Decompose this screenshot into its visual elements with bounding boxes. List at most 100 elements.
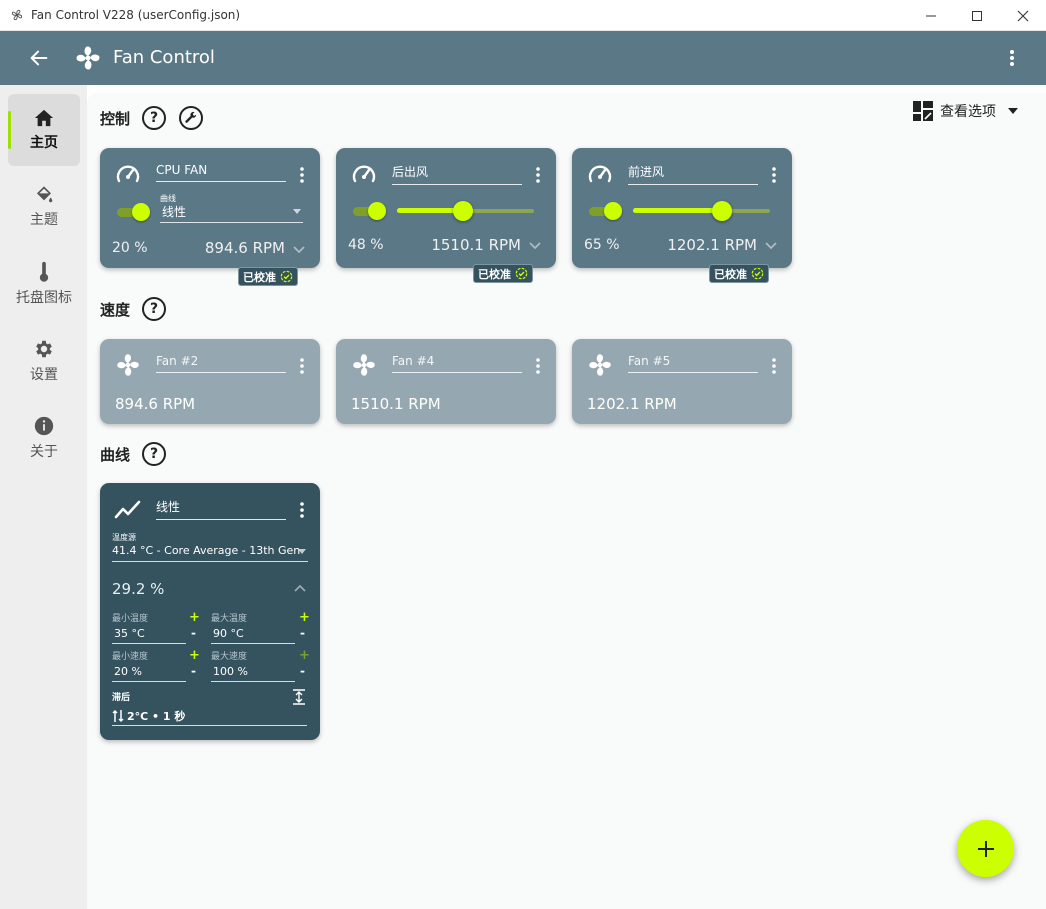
close-button[interactable]: [1000, 0, 1046, 31]
max-temp-plus[interactable]: +: [299, 610, 310, 625]
control-name[interactable]: 前进风: [628, 163, 758, 185]
window-titlebar: Fan Control V228 (userConfig.json): [0, 0, 1046, 31]
sidebar-item-settings[interactable]: 设置: [8, 325, 80, 397]
fan-icon: [114, 351, 142, 379]
app-menu-button[interactable]: [1002, 47, 1022, 69]
control-rpm: 1202.1 RPM: [667, 236, 757, 254]
speedometer-icon: [350, 160, 378, 188]
control-card[interactable]: CPU FAN 曲线 线性 20 % 894.6 RPM: [100, 148, 320, 268]
section-title-speed: 速度: [100, 301, 131, 319]
enable-toggle[interactable]: [589, 202, 623, 220]
sidebar-item-about[interactable]: 关于: [8, 402, 80, 474]
max-speed-field[interactable]: 100 %: [211, 665, 295, 682]
chevron-down-icon[interactable]: [764, 241, 778, 251]
hysteresis-field[interactable]: 2°C • 1 秒: [112, 707, 307, 726]
sidebar-item-label: 设置: [30, 367, 58, 383]
info-icon: [34, 416, 54, 436]
min-speed-field[interactable]: 20 %: [112, 665, 186, 682]
max-temp-minus[interactable]: -: [300, 626, 305, 640]
speedometer-icon: [114, 160, 142, 188]
speed-slider[interactable]: [397, 201, 534, 221]
thermometer-icon: [39, 261, 49, 282]
control-name[interactable]: CPU FAN: [156, 163, 286, 182]
speed-rpm: 894.6 RPM: [115, 395, 196, 413]
dashboard-icon: [913, 101, 933, 121]
card-menu-button[interactable]: [766, 357, 782, 375]
speed-name[interactable]: Fan #4: [392, 354, 522, 373]
enable-toggle[interactable]: [353, 202, 387, 220]
card-menu-button[interactable]: [530, 166, 546, 184]
gear-icon: [36, 340, 52, 358]
minimize-button[interactable]: [908, 0, 954, 31]
more-vertical-icon: [1010, 50, 1014, 66]
help-button[interactable]: ?: [142, 106, 166, 130]
chevron-down-icon[interactable]: [528, 241, 542, 251]
add-button[interactable]: [957, 820, 1014, 877]
curve-select[interactable]: 线性: [160, 203, 303, 223]
more-vertical-icon: [300, 358, 304, 374]
maximize-button[interactable]: [954, 0, 1000, 31]
max-temp-field[interactable]: 90 °C: [211, 627, 295, 644]
more-vertical-icon: [300, 167, 304, 183]
max-speed-minus[interactable]: -: [300, 664, 305, 678]
control-card[interactable]: 前进风 65 % 1202.1 RPM: [572, 148, 792, 268]
active-indicator: [8, 111, 11, 149]
control-rpm: 1510.1 RPM: [431, 236, 521, 254]
view-options-button[interactable]: 查看选项: [913, 101, 1018, 121]
chevron-up-icon[interactable]: [293, 583, 307, 593]
speed-card[interactable]: Fan #2 894.6 RPM: [100, 339, 320, 424]
temperature-source-select[interactable]: 41.4 °C - Core Average - 13th Gen: [112, 544, 308, 562]
card-menu-button[interactable]: [530, 357, 546, 375]
app-title: Fan Control: [113, 47, 215, 68]
sidebar-item-theme[interactable]: 主题: [8, 171, 80, 243]
min-temp-plus[interactable]: +: [189, 610, 200, 625]
control-name[interactable]: 后出风: [392, 163, 522, 185]
card-menu-button[interactable]: [294, 501, 310, 519]
caret-down-icon: [298, 549, 306, 554]
max-speed-plus[interactable]: +: [299, 648, 310, 663]
sidebar-item-home[interactable]: 主页: [8, 94, 80, 166]
hysteresis-label: 滞后: [112, 693, 131, 703]
card-menu-button[interactable]: [294, 166, 310, 184]
min-temp-minus[interactable]: -: [191, 626, 196, 640]
paint-bucket-icon: [36, 186, 53, 203]
control-percent: 65 %: [584, 237, 620, 253]
speed-name[interactable]: Fan #2: [156, 354, 286, 373]
tools-button[interactable]: [179, 106, 203, 130]
speed-name[interactable]: Fan #5: [628, 354, 758, 373]
help-button[interactable]: ?: [142, 442, 166, 466]
control-card[interactable]: 后出风 48 % 1510.1 RPM: [336, 148, 556, 268]
curve-name[interactable]: 线性: [156, 498, 286, 520]
help-button[interactable]: ?: [142, 297, 166, 321]
sidebar-item-tray-icon[interactable]: 托盘图标: [8, 248, 80, 320]
expand-vertical-icon[interactable]: [292, 689, 306, 705]
card-menu-button[interactable]: [766, 166, 782, 184]
slider-thumb[interactable]: [452, 201, 473, 221]
min-speed-minus[interactable]: -: [191, 664, 196, 678]
min-speed-plus[interactable]: +: [189, 648, 200, 663]
card-menu-button[interactable]: [294, 357, 310, 375]
control-percent: 20 %: [112, 240, 148, 256]
view-options-label: 查看选项: [940, 104, 996, 120]
calibrated-label: 已校准: [243, 270, 276, 284]
curve-card[interactable]: 线性 温度源 41.4 °C - Core Average - 13th Gen…: [100, 483, 320, 740]
speed-card[interactable]: Fan #5 1202.1 RPM: [572, 339, 792, 424]
speed-rpm: 1510.1 RPM: [351, 395, 441, 413]
arrow-left-icon: [30, 50, 48, 66]
help-icon: ?: [149, 301, 159, 317]
home-icon: [34, 109, 54, 127]
chevron-down-icon[interactable]: [292, 245, 306, 255]
slider-thumb[interactable]: [712, 201, 733, 221]
section-title-control: 控制: [100, 110, 131, 128]
speed-card[interactable]: Fan #4 1510.1 RPM: [336, 339, 556, 424]
calibrated-label: 已校准: [714, 267, 747, 281]
calibrated-badge: 已校准: [238, 267, 298, 286]
maximize-icon: [972, 10, 982, 21]
toggle-knob: [604, 202, 622, 220]
speed-slider[interactable]: [633, 201, 770, 221]
back-button[interactable]: [26, 45, 52, 71]
enable-toggle[interactable]: [117, 203, 151, 221]
min-temp-field[interactable]: 35 °C: [112, 627, 186, 644]
line-chart-icon: [114, 497, 142, 525]
max-speed-label: 最大速度: [211, 652, 248, 662]
